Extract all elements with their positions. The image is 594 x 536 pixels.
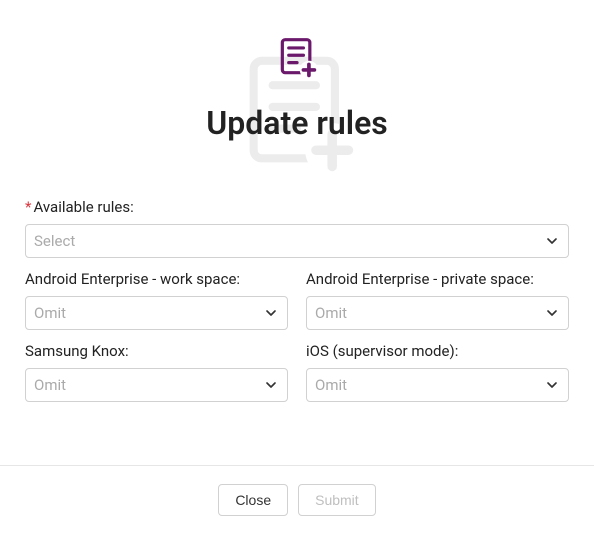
- chevron-down-icon: [544, 233, 560, 249]
- samsung-knox-label: Samsung Knox:: [25, 342, 288, 360]
- samsung-knox-value: Omit: [34, 376, 66, 394]
- submit-button[interactable]: Submit: [298, 484, 376, 516]
- chevron-down-icon: [263, 377, 279, 393]
- samsung-knox-select[interactable]: Omit: [25, 368, 288, 402]
- document-plus-icon: [275, 36, 319, 84]
- android-work-select[interactable]: Omit: [25, 296, 288, 330]
- android-private-value: Omit: [315, 304, 347, 322]
- ios-supervisor-value: Omit: [315, 376, 347, 394]
- update-rules-dialog: Update rules *Available rules: Select An…: [0, 0, 594, 536]
- close-button[interactable]: Close: [218, 484, 288, 516]
- field-ios-supervisor: iOS (supervisor mode): Omit: [306, 342, 569, 402]
- android-private-select[interactable]: Omit: [306, 296, 569, 330]
- android-work-label: Android Enterprise - work space:: [25, 270, 288, 288]
- required-indicator: *: [25, 198, 31, 216]
- available-rules-value: Select: [34, 232, 75, 250]
- field-android-private: Android Enterprise - private space: Omit: [306, 270, 569, 330]
- android-private-label: Android Enterprise - private space:: [306, 270, 569, 288]
- chevron-down-icon: [263, 305, 279, 321]
- dialog-header: Update rules: [0, 0, 594, 142]
- dialog-title: Update rules: [206, 104, 388, 142]
- available-rules-label: *Available rules:: [25, 198, 569, 216]
- dialog-footer: Close Submit: [0, 465, 594, 536]
- android-work-value: Omit: [34, 304, 66, 322]
- ios-supervisor-label: iOS (supervisor mode):: [306, 342, 569, 360]
- field-samsung-knox: Samsung Knox: Omit: [25, 342, 288, 402]
- form-area: *Available rules: Select Android Enterpr…: [0, 142, 594, 465]
- ios-supervisor-select[interactable]: Omit: [306, 368, 569, 402]
- field-android-work: Android Enterprise - work space: Omit: [25, 270, 288, 330]
- chevron-down-icon: [544, 305, 560, 321]
- available-rules-label-text: Available rules:: [33, 198, 133, 216]
- field-available-rules: *Available rules: Select: [25, 198, 569, 258]
- chevron-down-icon: [544, 377, 560, 393]
- available-rules-select[interactable]: Select: [25, 224, 569, 258]
